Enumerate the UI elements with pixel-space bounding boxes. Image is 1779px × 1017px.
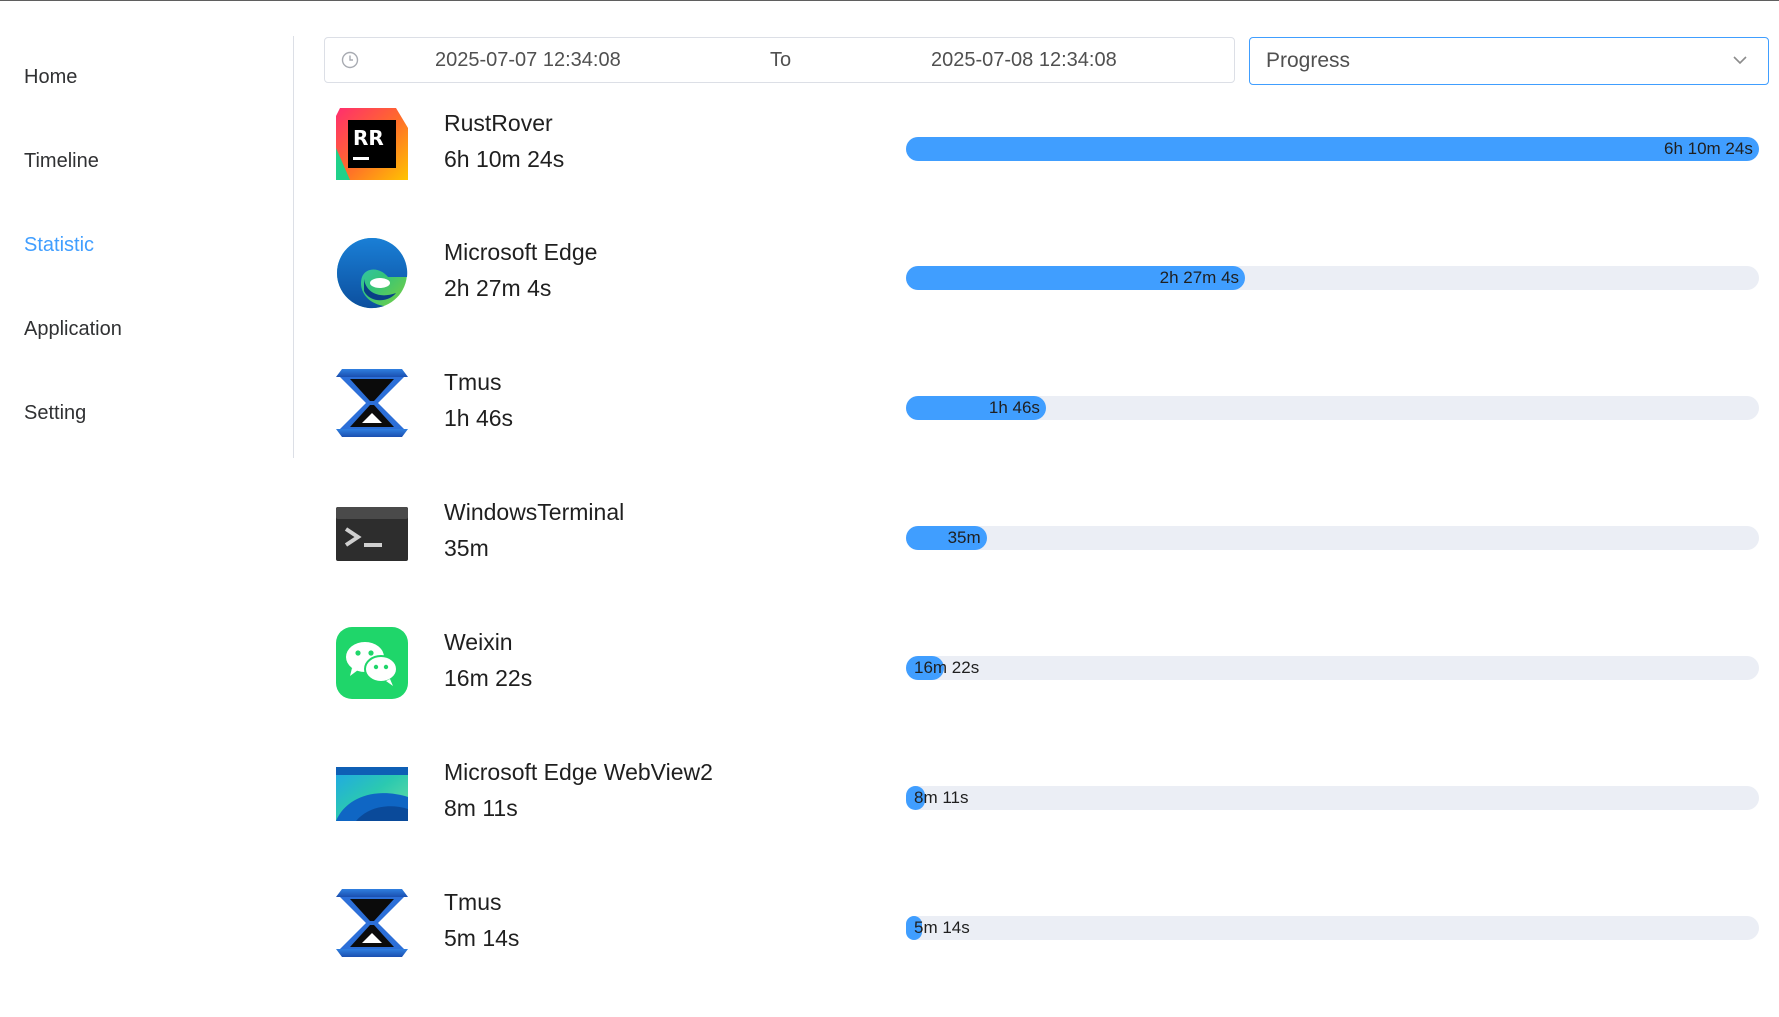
app-name: Tmus [444,369,502,395]
clock-icon [341,51,359,69]
rustrover-icon: RR [336,108,408,180]
usage-progress-label: 5m 14s [914,918,970,937]
usage-progress-label: 35m [947,528,981,547]
usage-progress-bar: 1h 46s [906,396,1759,420]
app-name: Weixin [444,629,513,655]
nav-statistic[interactable]: Statistic [24,230,94,260]
usage-progress-fill [906,137,1759,161]
edge-icon [336,237,408,309]
usage-progress-label: 1h 46s [988,398,1040,417]
app-name: Microsoft Edge [444,239,598,265]
weixin-icon [336,627,408,699]
app-duration: 16m 22s [444,665,533,691]
usage-progress-bar: 16m 22s [906,656,1759,680]
usage-progress-bar: 6h 10m 24s [906,137,1759,161]
view-mode-value: Progress [1266,49,1351,72]
tmus-icon [336,889,408,957]
nav-setting[interactable]: Setting [24,398,86,428]
app-row[interactable]: Weixin 16m 22s 16m 22s [324,627,1769,757]
app-name: Tmus [444,889,502,915]
app-duration: 1h 46s [444,405,514,431]
app-row[interactable]: Microsoft Edge 2h 27m 4s 2h 27m 4s [324,237,1769,367]
usage-progress-bar: 8m 11s [906,786,1759,810]
usage-progress-bar: 5m 14s [906,916,1759,940]
chevron-down-icon [1733,56,1747,65]
usage-progress-bar: 35m [906,526,1759,550]
window-top-border [0,0,1779,1]
usage-progress-label: 8m 11s [914,788,969,807]
app-duration: 5m 14s [444,925,520,951]
app-duration: 35m [444,535,489,561]
usage-progress-label: 16m 22s [914,658,980,677]
app-row[interactable]: Tmus 5m 14s 5m 14s [324,887,1769,1017]
sidebar: Home Timeline Statistic Application Sett… [0,36,294,458]
app-name: WindowsTerminal [444,499,625,525]
webview2-icon [336,767,408,821]
tmus-icon [336,369,408,437]
nav-home[interactable]: Home [24,62,77,92]
usage-progress-label: 2h 27m 4s [1159,268,1240,287]
app-duration: 6h 10m 24s [444,146,565,172]
app-row[interactable]: Microsoft Edge WebView2 8m 11s 8m 11s [324,757,1769,887]
nav-application[interactable]: Application [24,314,122,344]
app-row[interactable]: RR RustRover 6h 10m 24s 6h 10m 24s [324,108,1769,238]
app-duration: 2h 27m 4s [444,275,552,301]
app-name: RustRover [444,110,553,136]
app-row[interactable]: WindowsTerminal 35m 35m [324,497,1769,627]
app-row[interactable]: Tmus 1h 46s 1h 46s [324,367,1769,497]
date-range-picker[interactable]: 2025-07-07 12:34:08 To 2025-07-08 12:34:… [324,37,1235,83]
app-duration: 8m 11s [444,795,518,821]
end-date-input[interactable]: 2025-07-08 12:34:08 [931,38,1117,82]
svg-text:RR: RR [353,126,384,150]
terminal-icon [336,507,408,561]
range-separator: To [770,49,792,71]
usage-progress-label: 6h 10m 24s [1664,139,1753,158]
nav-timeline[interactable]: Timeline [24,146,99,176]
app-name: Microsoft Edge WebView2 [444,759,713,785]
view-mode-select[interactable]: Progress [1249,37,1769,85]
start-date-input[interactable]: 2025-07-07 12:34:08 [435,38,621,82]
usage-progress-bar: 2h 27m 4s [906,266,1759,290]
